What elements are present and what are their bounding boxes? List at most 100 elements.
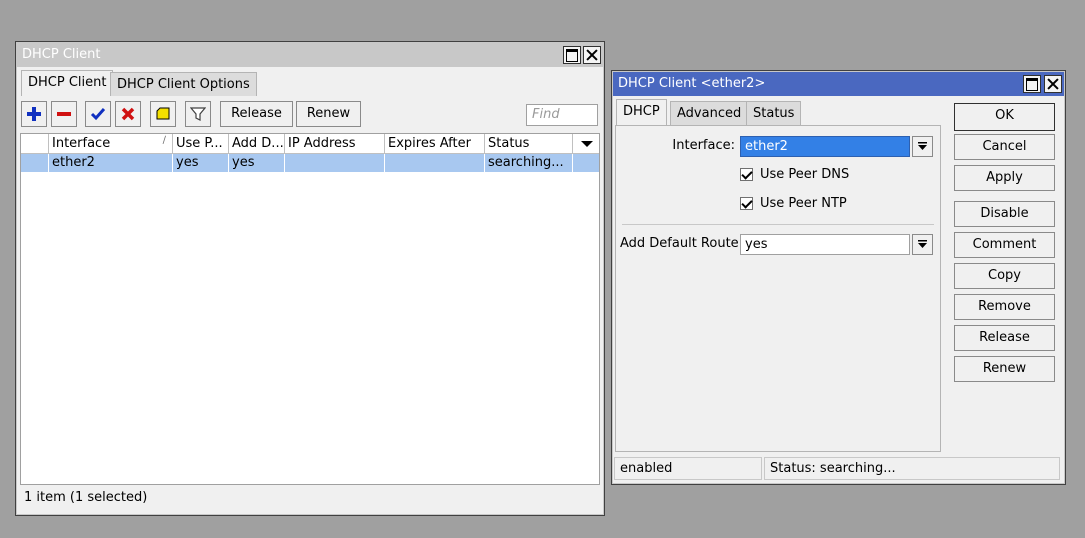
button-label: OK [995, 108, 1014, 123]
cell-interface: ether2 [49, 154, 173, 172]
status-text: 1 item (1 selected) [24, 490, 148, 505]
col-expires-after[interactable]: Expires After [385, 134, 485, 153]
tab-label: Status [753, 106, 795, 121]
col-ip-address[interactable]: IP Address [285, 134, 385, 153]
col-interface[interactable]: Interface ∕ [49, 134, 173, 153]
interface-label: Interface: [672, 138, 735, 153]
ok-button[interactable]: OK [954, 103, 1055, 131]
remove-icon [57, 112, 71, 116]
add-button[interactable] [21, 101, 47, 127]
client-table: Interface ∕ Use P... Add D... IP Address … [20, 133, 600, 485]
cell-status: searching... [485, 154, 573, 172]
window-titlebar[interactable]: DHCP Client <ether2> [613, 72, 1064, 96]
chevron-down-icon [918, 240, 927, 248]
button-label: Renew [306, 106, 351, 121]
renew-button[interactable]: Renew [296, 101, 361, 127]
release-button[interactable]: Release [220, 101, 293, 127]
button-label: Renew [982, 361, 1027, 376]
copy-button[interactable]: Copy [954, 263, 1055, 289]
default-route-value: yes [745, 237, 768, 252]
searching-status: Status: searching... [764, 457, 1060, 480]
use-peer-ntp-label: Use Peer NTP [760, 196, 847, 211]
check-icon [90, 108, 106, 121]
button-label: Apply [986, 170, 1023, 185]
button-label: Release [231, 106, 282, 121]
comment-button[interactable]: Comment [954, 232, 1055, 258]
cell-ip-address [285, 154, 385, 172]
table-header: Interface ∕ Use P... Add D... IP Address … [21, 134, 599, 154]
button-label: Remove [978, 299, 1031, 314]
release-button[interactable]: Release [954, 325, 1055, 351]
remove-button[interactable]: Remove [954, 294, 1055, 320]
table-row[interactable]: ether2 yes yes searching... [21, 154, 599, 172]
interface-value: ether2 [745, 139, 788, 154]
cell-blank [21, 154, 49, 172]
button-label: Comment [972, 237, 1037, 252]
remove-button[interactable] [51, 101, 77, 127]
tab-advanced[interactable]: Advanced [670, 101, 749, 125]
button-label: Copy [988, 268, 1021, 283]
renew-button[interactable]: Renew [954, 356, 1055, 382]
interface-dropdown-button[interactable] [912, 136, 933, 157]
column-header: Interface [52, 136, 111, 151]
tab-dhcp-client-options[interactable]: DHCP Client Options [110, 72, 257, 96]
filter-icon [190, 107, 206, 121]
tab-label: Advanced [677, 106, 742, 121]
tab-status[interactable]: Status [746, 101, 802, 125]
enabled-status: enabled [614, 457, 762, 480]
tab-label: DHCP Client [28, 75, 107, 90]
comment-icon [156, 107, 170, 120]
filter-button[interactable] [185, 101, 211, 127]
button-label: Cancel [982, 139, 1027, 154]
col-use-peer[interactable]: Use P... [173, 134, 229, 153]
col-add-default[interactable]: Add D... [229, 134, 285, 153]
comment-button[interactable] [150, 101, 176, 127]
disable-button[interactable] [115, 101, 141, 127]
window-title: DHCP Client <ether2> [618, 76, 766, 91]
disable-button[interactable]: Disable [954, 201, 1055, 227]
column-menu-button[interactable] [573, 134, 599, 153]
use-peer-dns-checkbox[interactable] [740, 168, 753, 181]
enable-button[interactable] [85, 101, 111, 127]
cancel-button[interactable]: Cancel [954, 134, 1055, 160]
find-placeholder: Find [532, 107, 560, 122]
default-route-dropdown-button[interactable] [912, 234, 933, 255]
tab-label: DHCP Client Options [117, 77, 250, 92]
close-icon[interactable] [583, 46, 601, 64]
apply-button[interactable]: Apply [954, 165, 1055, 191]
status-text: Status: searching... [770, 461, 896, 476]
close-icon[interactable] [1044, 75, 1062, 93]
window-titlebar[interactable]: DHCP Client [17, 43, 603, 67]
maximize-icon[interactable] [563, 46, 581, 64]
col-status[interactable]: Status [485, 134, 573, 153]
button-label: Release [979, 330, 1030, 345]
cell-expires-after [385, 154, 485, 172]
tab-dhcp[interactable]: DHCP [616, 99, 667, 125]
divider [622, 224, 934, 225]
column-header: IP Address [288, 136, 356, 151]
cross-icon [121, 107, 135, 121]
column-header: Expires After [388, 136, 471, 151]
tab-dhcp-client[interactable]: DHCP Client [21, 70, 114, 96]
chevron-down-icon [581, 141, 593, 147]
add-icon [27, 107, 41, 121]
maximize-icon[interactable] [1023, 75, 1041, 93]
use-peer-dns-label: Use Peer DNS [760, 167, 850, 182]
cell-use-peer: yes [173, 154, 229, 172]
column-header: Use P... [176, 136, 223, 151]
item-count-status: 1 item (1 selected) [20, 487, 1081, 509]
default-route-field[interactable]: yes [740, 234, 910, 255]
col-blank [21, 134, 49, 153]
button-label: Disable [980, 206, 1029, 221]
sort-icon: ∕ [162, 135, 166, 146]
column-header: Add D... [232, 136, 284, 151]
find-input[interactable]: Find [526, 104, 598, 126]
use-peer-ntp-checkbox[interactable] [740, 197, 753, 210]
interface-field[interactable]: ether2 [740, 136, 910, 157]
chevron-down-icon [918, 142, 927, 150]
column-header: Status [488, 136, 530, 151]
tab-label: DHCP [623, 104, 660, 119]
status-text: enabled [620, 461, 673, 476]
window-title: DHCP Client [22, 47, 101, 62]
cell-add-default: yes [229, 154, 285, 172]
